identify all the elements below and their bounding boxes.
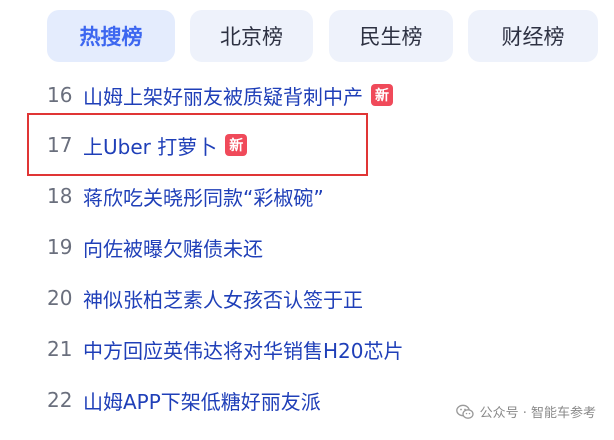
- watermark-text: 公众号 · 智能车参考: [479, 406, 596, 421]
- rank-number: 18: [47, 184, 73, 208]
- list-item[interactable]: 19 向佐被曝欠赌债未还: [0, 227, 560, 267]
- tab-beijing[interactable]: 北京榜: [190, 10, 313, 62]
- list-item[interactable]: 21 中方回应英伟达将对华销售H20芯片: [0, 329, 560, 369]
- item-title[interactable]: 中方回应英伟达将对华销售H20芯片: [83, 335, 404, 364]
- item-title-wrap: 山姆上架好丽友被质疑背刺中产 新: [83, 81, 393, 110]
- rank-number: 20: [47, 286, 73, 310]
- item-title[interactable]: 蒋欣吃关晓彤同款“彩椒碗”: [83, 182, 324, 211]
- new-badge: 新: [371, 84, 393, 106]
- item-title[interactable]: 山姆上架好丽友被质疑背刺中产: [83, 81, 363, 110]
- tab-hot-search[interactable]: 热搜榜: [47, 10, 175, 62]
- rank-number: 16: [47, 83, 73, 107]
- list-item[interactable]: 16 山姆上架好丽友被质疑背刺中产 新: [0, 75, 560, 115]
- tab-livelihood[interactable]: 民生榜: [329, 10, 453, 62]
- item-title[interactable]: 山姆APP下架低糖好丽友派: [83, 386, 321, 415]
- wechat-icon: [455, 404, 474, 419]
- tab-finance[interactable]: 财经榜: [468, 10, 598, 62]
- watermark: 公众号 · 智能车参考: [455, 402, 596, 421]
- item-title[interactable]: 向佐被曝欠赌债未还: [83, 233, 263, 262]
- tab-bar: 热搜榜 北京榜 民生榜 财经榜: [0, 10, 614, 62]
- rank-number: 22: [47, 388, 73, 412]
- rank-number: 21: [47, 337, 73, 361]
- list-item[interactable]: 18 蒋欣吃关晓彤同款“彩椒碗”: [0, 176, 560, 216]
- item-title[interactable]: 神似张柏芝素人女孩否认签于正: [83, 284, 363, 313]
- list-item[interactable]: 20 神似张柏芝素人女孩否认签于正: [0, 278, 560, 318]
- rank-number: 19: [47, 235, 73, 259]
- highlight-annotation-box: [27, 113, 368, 176]
